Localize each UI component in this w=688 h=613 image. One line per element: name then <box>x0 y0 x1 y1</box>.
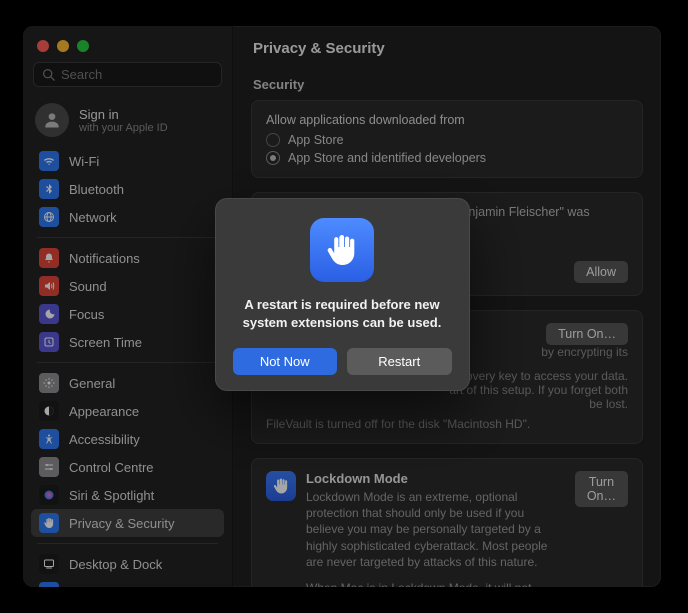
radio-label: App Store and identified developers <box>288 151 486 165</box>
siri-spotlight-icon <box>39 485 59 505</box>
bluetooth-icon <box>39 179 59 199</box>
search-input[interactable] <box>61 67 213 82</box>
download-sources-heading: Allow applications downloaded from <box>266 113 628 127</box>
search-field[interactable] <box>33 62 222 87</box>
sidebar-separator <box>37 237 218 238</box>
lockdown-title: Lockdown Mode <box>306 471 565 486</box>
general-icon <box>39 373 59 393</box>
desktop-dock-icon <box>39 554 59 574</box>
not-now-button[interactable]: Not Now <box>233 348 338 375</box>
sidebar-item-appearance[interactable]: Appearance <box>31 397 224 425</box>
radio-label: App Store <box>288 133 344 147</box>
sidebar-item-label: Accessibility <box>69 432 140 447</box>
filevault-text-4: be lost. <box>266 397 628 411</box>
sidebar-item-privacy-security[interactable]: Privacy & Security <box>31 509 224 537</box>
lockdown-card: Lockdown Mode Lockdown Mode is an extrem… <box>251 458 643 587</box>
minimize-window-button[interactable] <box>57 40 69 52</box>
appearance-icon <box>39 401 59 421</box>
accessibility-icon <box>39 429 59 449</box>
sidebar-item-label: Control Centre <box>69 460 154 475</box>
sidebar-item-focus[interactable]: Focus <box>31 300 224 328</box>
screen-time-icon <box>39 332 59 352</box>
sidebar-item-label: Sound <box>69 279 107 294</box>
sidebar-item-label: General <box>69 376 115 391</box>
apple-id-row[interactable]: Sign in with your Apple ID <box>23 95 232 147</box>
filevault-status: FileVault is turned off for the disk "Ma… <box>266 417 628 431</box>
sidebar-item-label: Screen Time <box>69 335 142 350</box>
section-security-title: Security <box>253 77 641 92</box>
sign-in-title: Sign in <box>79 107 168 122</box>
focus-icon <box>39 304 59 324</box>
sidebar-item-label: Desktop & Dock <box>69 557 162 572</box>
avatar <box>35 103 69 137</box>
sound-icon <box>39 276 59 296</box>
control-centre-icon <box>39 457 59 477</box>
radio-app-store[interactable]: App Store <box>266 133 628 147</box>
sidebar-separator <box>37 362 218 363</box>
download-sources-card: Allow applications downloaded from App S… <box>251 100 643 178</box>
lockdown-desc-2: When Mac is in Lockdown Mode, it will no… <box>306 580 565 587</box>
sidebar-list: Wi-Fi Bluetooth Network Notifications Sound F… <box>23 147 232 587</box>
close-window-button[interactable] <box>37 40 49 52</box>
sidebar-item-label: Appearance <box>69 404 139 419</box>
sidebar-item-label: Focus <box>69 307 104 322</box>
sidebar-item-label: Bluetooth <box>69 182 124 197</box>
sidebar-item-label: Notifications <box>69 251 140 266</box>
modal-message: A restart is required before new system … <box>233 296 452 331</box>
filevault-turn-on-button[interactable]: Turn On… <box>546 323 628 345</box>
hand-icon <box>310 218 374 282</box>
sidebar-item-label: Network <box>69 210 117 225</box>
sidebar-item-label: Wi-Fi <box>69 154 99 169</box>
sidebar-separator <box>37 543 218 544</box>
radio-dot <box>266 151 280 165</box>
displays-icon <box>39 582 59 587</box>
privacy-security-icon <box>39 513 59 533</box>
sidebar-item-label: Privacy & Security <box>69 516 174 531</box>
sidebar-item-accessibility[interactable]: Accessibility <box>31 425 224 453</box>
sidebar: Sign in with your Apple ID Wi-Fi Bluetoot… <box>23 26 233 587</box>
sidebar-item-label: Displays <box>69 585 118 588</box>
system-settings-window: Sign in with your Apple ID Wi-Fi Bluetoot… <box>23 26 661 587</box>
sidebar-item-bluetooth[interactable]: Bluetooth <box>31 175 224 203</box>
radio-dot <box>266 133 280 147</box>
sidebar-item-siri-spotlight[interactable]: Siri & Spotlight <box>31 481 224 509</box>
sidebar-item-screen-time[interactable]: Screen Time <box>31 328 224 356</box>
network-icon <box>39 207 59 227</box>
wifi-icon <box>39 151 59 171</box>
page-title: Privacy & Security <box>233 26 661 67</box>
allow-button[interactable]: Allow <box>574 261 628 283</box>
lockdown-turn-on-button[interactable]: Turn On… <box>575 471 628 507</box>
hand-icon <box>266 471 296 501</box>
sidebar-item-desktop-dock[interactable]: Desktop & Dock <box>31 550 224 578</box>
window-controls <box>23 34 232 62</box>
sidebar-item-notifications[interactable]: Notifications <box>31 244 224 272</box>
sidebar-item-wifi[interactable]: Wi-Fi <box>31 147 224 175</box>
sidebar-item-control-centre[interactable]: Control Centre <box>31 453 224 481</box>
sidebar-item-label: Siri & Spotlight <box>69 488 154 503</box>
sidebar-item-general[interactable]: General <box>31 369 224 397</box>
sidebar-item-network[interactable]: Network <box>31 203 224 231</box>
sign-in-subtitle: with your Apple ID <box>79 122 168 134</box>
lockdown-desc-1: Lockdown Mode is an extreme, optional pr… <box>306 489 565 570</box>
search-icon <box>42 68 55 81</box>
radio-app-store-dev[interactable]: App Store and identified developers <box>266 151 628 165</box>
sidebar-item-displays[interactable]: Displays <box>31 578 224 587</box>
zoom-window-button[interactable] <box>77 40 89 52</box>
restart-button[interactable]: Restart <box>347 348 452 375</box>
sidebar-item-sound[interactable]: Sound <box>31 272 224 300</box>
restart-required-dialog: A restart is required before new system … <box>215 198 470 390</box>
notifications-icon <box>39 248 59 268</box>
